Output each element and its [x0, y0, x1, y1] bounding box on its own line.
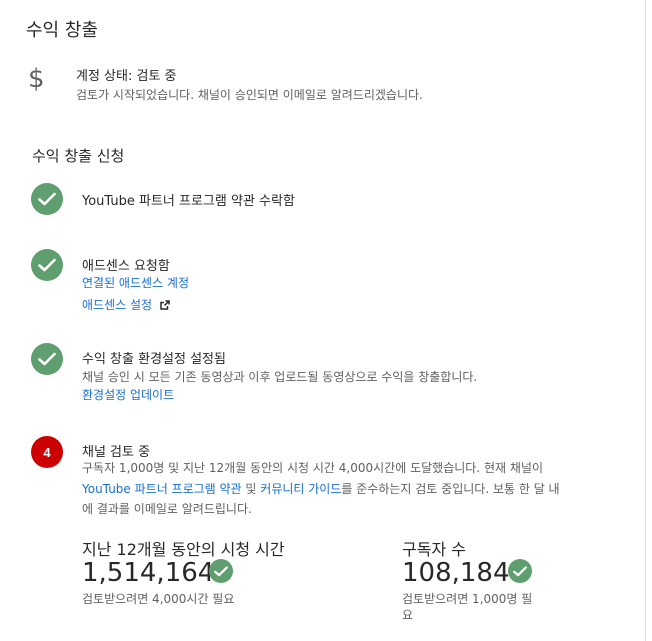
account-status-heading: 계정 상태: 검토 중 [76, 69, 177, 84]
review-text-b: 채널이 [509, 461, 543, 475]
check-circle-icon [31, 183, 63, 215]
linked-adsense-account-link[interactable]: 연결된 애드센스 계정 [82, 274, 189, 291]
watch-time-label: 지난 12개월 동안의 시청 시간 [82, 540, 285, 559]
check-circle-icon [209, 559, 233, 583]
dollar-icon: $ [28, 64, 45, 94]
adsense-settings-link-wrap[interactable]: 애드센스 설정 [82, 294, 170, 314]
step-ypp-terms-heading: YouTube 파트너 프로그램 약관 수락함 [82, 194, 295, 209]
step-preferences-heading: 수익 창출 환경설정 설정됨 [82, 352, 226, 367]
application-section-title: 수익 창출 신청 [32, 147, 125, 165]
ypp-terms-link[interactable]: YouTube 파트너 프로그램 약관 [82, 482, 242, 496]
step-preferences-subtext: 채널 승인 시 모든 기존 동영상과 이후 업로드될 동영상으로 수익을 창출합… [82, 370, 478, 384]
account-status-subtext: 검토가 시작되었습니다. 채널이 승인되면 이메일로 알려드리겠습니다. [76, 88, 423, 102]
page-title: 수익 창출 [26, 20, 98, 41]
subscribers-note: 검토받으려면 1,000명 필 요 [402, 591, 532, 623]
subscribers-label: 구독자 수 [402, 540, 466, 559]
check-circle-icon [31, 343, 63, 375]
step-review-description: 구독자 1,000명 및 지난 12개월 동안의 시청 시간 4,000시간에 … [82, 458, 562, 520]
step-adsense-heading: 애드센스 요청함 [82, 259, 170, 274]
review-text-c: 및 [241, 481, 261, 496]
step-number-badge: 4 [31, 436, 63, 468]
review-text-a: 구독자 1,000명 및 지난 12개월 동안의 시청 시간 4,000시간에 … [82, 461, 507, 475]
external-link-icon [160, 295, 170, 314]
subscribers-note-line2: 요 [402, 608, 414, 622]
monetization-panel: 수익 창출 $ 계정 상태: 검토 중 검토가 시작되었습니다. 채널이 승인되… [0, 0, 646, 641]
subscribers-value: 108,184 [402, 558, 510, 588]
community-guidelines-link[interactable]: 커뮤니티 가이드 [260, 482, 341, 496]
subscribers-note-line1: 검토받으려면 1,000명 필 [402, 592, 533, 606]
check-circle-icon [508, 559, 532, 583]
watch-time-note: 검토받으려면 4,000시간 필요 [82, 592, 235, 606]
update-preferences-link[interactable]: 환경설정 업데이트 [82, 386, 174, 403]
adsense-settings-link[interactable]: 애드센스 설정 [82, 298, 152, 312]
check-circle-icon [31, 249, 63, 281]
watch-time-value: 1,514,164 [82, 558, 215, 588]
